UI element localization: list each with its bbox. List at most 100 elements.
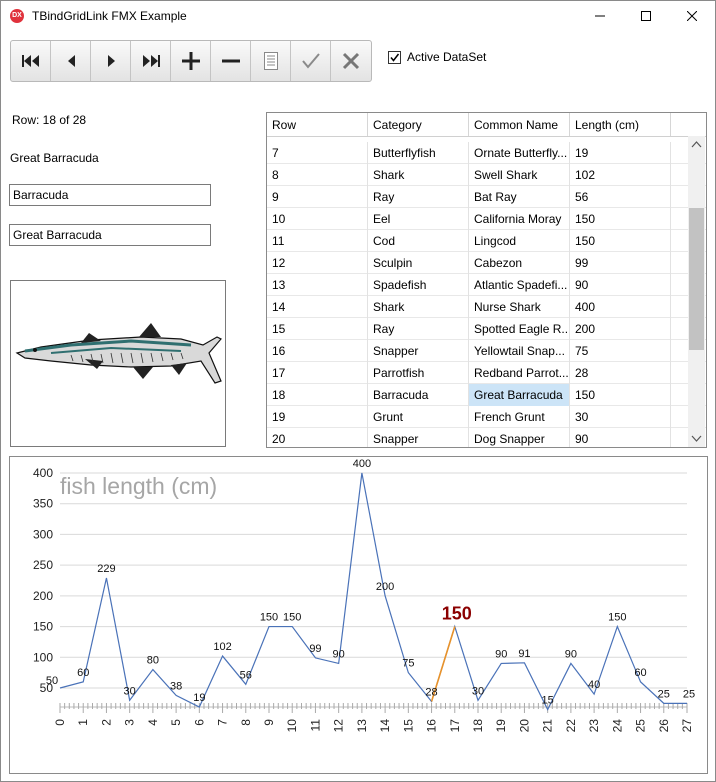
table-cell[interactable]: Atlantic Spadefi... [469,274,570,296]
table-row[interactable]: 16 Snapper Yellowtail Snap... 75 [267,340,706,362]
table-cell[interactable]: 102 [570,164,671,186]
table-cell[interactable]: Ray [368,186,469,208]
table-cell[interactable]: Spadefish [368,274,469,296]
header-row[interactable]: Row [267,113,368,136]
cancel-record-button[interactable] [331,41,371,81]
table-cell[interactable]: Shark [368,164,469,186]
last-record-button[interactable] [131,41,171,81]
table-row[interactable]: 20 Snapper Dog Snapper 90 [267,428,706,447]
delete-record-button[interactable] [211,41,251,81]
table-cell[interactable]: Swell Shark [469,164,570,186]
app-icon: DX [10,9,24,23]
table-cell[interactable]: Sculpin [368,252,469,274]
x-tick-label: 26 [657,719,671,733]
table-cell[interactable]: 11 [267,230,368,252]
table-cell[interactable]: Lingcod [469,230,570,252]
table-cell[interactable]: 17 [267,362,368,384]
data-label: 90 [495,648,507,660]
header-category[interactable]: Category [368,113,469,136]
category-edit[interactable]: Barracuda [9,184,211,206]
minimize-button[interactable] [577,1,623,31]
table-cell[interactable]: 13 [267,274,368,296]
table-row[interactable]: 12 Sculpin Cabezon 99 [267,252,706,274]
table-cell[interactable]: 15 [267,318,368,340]
table-cell[interactable]: 19 [570,142,671,164]
table-cell[interactable]: Eel [368,208,469,230]
close-button[interactable] [669,1,715,31]
table-cell[interactable]: Redband Parrot... [469,362,570,384]
table-cell[interactable]: Bat Ray [469,186,570,208]
table-cell[interactable]: Butterflyfish [368,142,469,164]
table-cell[interactable]: Ornate Butterfly... [469,142,570,164]
table-row[interactable]: 10 Eel California Moray 150 [267,208,706,230]
active-dataset-checkbox[interactable]: Active DataSet [388,50,486,64]
table-cell[interactable]: 18 [267,384,368,406]
table-cell[interactable]: Parrotfish [368,362,469,384]
scroll-up-icon[interactable] [688,136,705,153]
table-row[interactable]: 17 Parrotfish Redband Parrot... 28 [267,362,706,384]
table-cell[interactable]: Dog Snapper [469,428,570,447]
table-row[interactable]: 8 Shark Swell Shark 102 [267,164,706,186]
table-cell[interactable]: 14 [267,296,368,318]
table-cell[interactable]: 7 [267,142,368,164]
table-cell[interactable]: California Moray [469,208,570,230]
common-name-edit[interactable]: Great Barracuda [9,224,211,246]
table-cell[interactable]: 16 [267,340,368,362]
table-cell[interactable]: 20 [267,428,368,447]
table-row[interactable]: 15 Ray Spotted Eagle R... 200 [267,318,706,340]
table-cell[interactable]: Cabezon [469,252,570,274]
table-row[interactable]: 7 Butterflyfish Ornate Butterfly... 19 [267,142,706,164]
table-cell[interactable]: 19 [267,406,368,428]
scroll-down-icon[interactable] [688,430,705,447]
table-cell[interactable]: 75 [570,340,671,362]
table-cell[interactable]: 90 [570,428,671,447]
table-cell[interactable]: 400 [570,296,671,318]
table-cell[interactable]: Barracuda [368,384,469,406]
table-cell[interactable]: 150 [570,230,671,252]
table-cell[interactable]: Great Barracuda [469,384,570,406]
header-common-name[interactable]: Common Name [469,113,570,136]
table-cell[interactable]: 56 [570,186,671,208]
table-cell[interactable]: French Grunt [469,406,570,428]
table-cell[interactable]: Shark [368,296,469,318]
table-row[interactable]: 19 Grunt French Grunt 30 [267,406,706,428]
table-row[interactable]: 11 Cod Lingcod 150 [267,230,706,252]
checkbox-box[interactable] [388,50,401,64]
table-cell[interactable]: Yellowtail Snap... [469,340,570,362]
table-row[interactable]: 9 Ray Bat Ray 56 [267,186,706,208]
table-row[interactable]: 14 Shark Nurse Shark 400 [267,296,706,318]
table-cell[interactable]: Nurse Shark [469,296,570,318]
table-cell[interactable]: Spotted Eagle R... [469,318,570,340]
table-row[interactable]: 18 Barracuda Great Barracuda 150 [267,384,706,406]
maximize-button[interactable] [623,1,669,31]
edit-record-button[interactable] [251,41,291,81]
table-cell[interactable]: 8 [267,164,368,186]
table-cell[interactable]: Grunt [368,406,469,428]
grid-scrollbar[interactable] [688,136,705,447]
insert-record-button[interactable] [171,41,211,81]
fish-grid[interactable]: Row Category Common Name Length (cm) 7 Bu… [266,112,707,448]
table-cell[interactable]: 150 [570,384,671,406]
table-cell[interactable]: 28 [570,362,671,384]
post-record-button[interactable] [291,41,331,81]
table-cell[interactable]: 9 [267,186,368,208]
table-cell[interactable]: 10 [267,208,368,230]
table-cell[interactable]: 12 [267,252,368,274]
table-cell[interactable]: 200 [570,318,671,340]
plus-icon [181,52,200,70]
table-cell[interactable]: Ray [368,318,469,340]
table-cell[interactable]: 99 [570,252,671,274]
table-row[interactable]: 13 Spadefish Atlantic Spadefi... 90 [267,274,706,296]
x-tick-label: 24 [610,719,624,733]
table-cell[interactable]: Snapper [368,340,469,362]
scroll-thumb[interactable] [689,208,704,350]
table-cell[interactable]: Cod [368,230,469,252]
table-cell[interactable]: 30 [570,406,671,428]
table-cell[interactable]: 90 [570,274,671,296]
next-record-button[interactable] [91,41,131,81]
first-record-button[interactable] [11,41,51,81]
header-length[interactable]: Length (cm) [570,113,671,136]
prior-record-button[interactable] [51,41,91,81]
table-cell[interactable]: 150 [570,208,671,230]
table-cell[interactable]: Snapper [368,428,469,447]
